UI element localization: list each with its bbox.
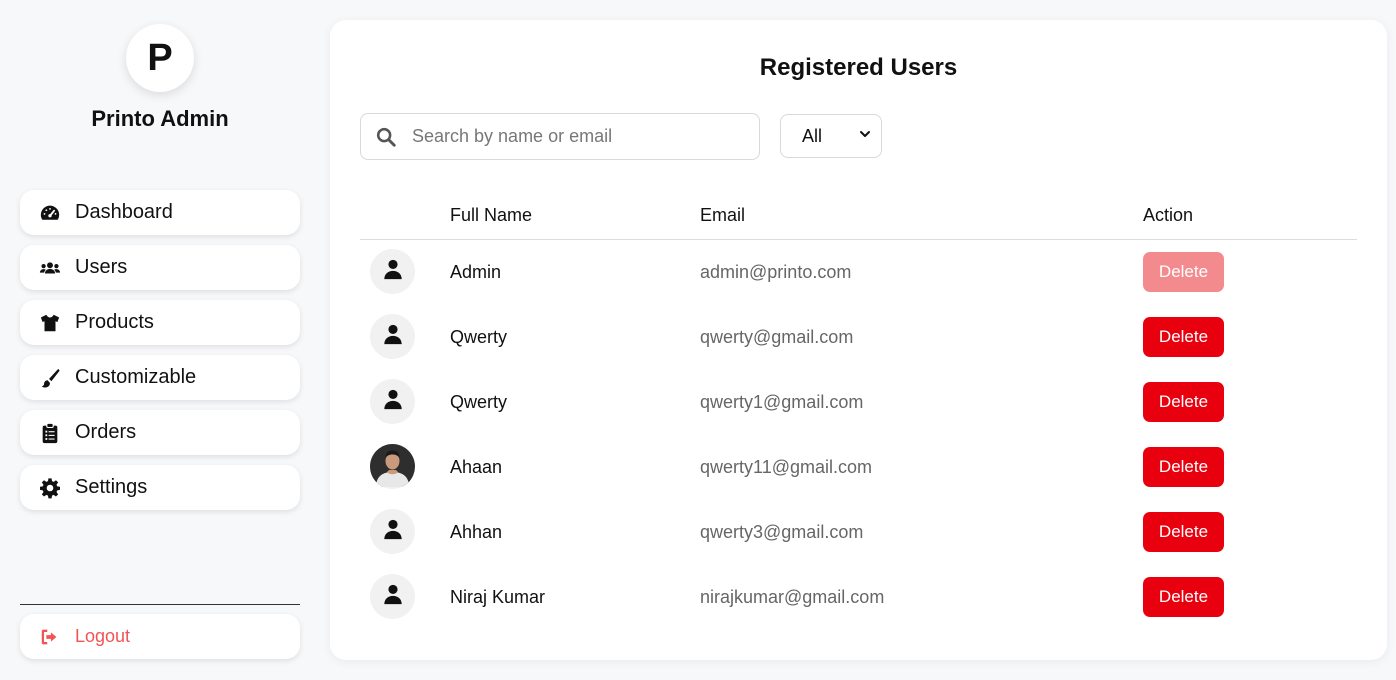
sidebar-item-label: Users — [75, 256, 128, 278]
user-avatar — [370, 249, 415, 294]
column-header-email: Email — [700, 205, 746, 225]
user-avatar — [370, 444, 415, 489]
delete-button[interactable]: Delete — [1143, 512, 1224, 552]
user-name: Qwerty — [450, 327, 508, 347]
profile-photo — [370, 444, 415, 489]
user-name: Qwerty — [450, 392, 508, 412]
user-icon — [382, 323, 404, 350]
filter-selected-value: All — [802, 125, 823, 146]
user-icon — [382, 518, 404, 545]
user-icon — [382, 388, 404, 415]
user-email: qwerty@gmail.com — [700, 327, 854, 347]
search-input[interactable] — [412, 126, 732, 147]
sidebar-item-label: Orders — [75, 421, 137, 443]
user-email: qwerty3@gmail.com — [700, 522, 864, 542]
admin-avatar: P — [126, 24, 194, 92]
dashboard-icon — [39, 202, 61, 224]
user-icon — [382, 258, 404, 285]
table-row: Ahaan qwerty11@gmail.com Delete — [360, 435, 1357, 500]
table-row: Niraj Kumar nirajkumar@gmail.com Delete — [360, 565, 1357, 630]
user-avatar — [370, 314, 415, 359]
avatar-letter: P — [147, 36, 173, 79]
table-row: Admin admin@printo.com Delete — [360, 240, 1357, 305]
sidebar-item-users[interactable]: Users — [20, 245, 300, 290]
tshirt-icon — [39, 312, 61, 334]
sidebar-item-settings[interactable]: Settings — [20, 465, 300, 510]
user-email: qwerty1@gmail.com — [700, 392, 864, 412]
sidebar-item-label: Products — [75, 311, 154, 333]
logout-icon — [39, 626, 61, 648]
delete-button[interactable]: Delete — [1143, 577, 1224, 617]
user-avatar — [370, 574, 415, 619]
user-name: Admin — [450, 262, 502, 282]
sidebar-item-orders[interactable]: Orders — [20, 410, 300, 455]
sidebar-item-label: Dashboard — [75, 201, 173, 223]
search-icon — [374, 125, 398, 149]
sidebar-item-dashboard[interactable]: Dashboard — [20, 190, 300, 235]
user-email: qwerty11@gmail.com — [700, 457, 872, 477]
sidebar-item-label: Settings — [75, 476, 148, 498]
column-header-action: Action — [1143, 205, 1194, 225]
user-name: Niraj Kumar — [450, 587, 546, 607]
clipboard-icon — [39, 422, 61, 444]
delete-button[interactable]: Delete — [1143, 317, 1224, 357]
table-header: Full Name Email Action — [360, 190, 1357, 240]
brush-icon — [39, 367, 61, 389]
sidebar-divider — [20, 604, 300, 605]
logout-label: Logout — [75, 626, 131, 646]
user-email: nirajkumar@gmail.com — [700, 587, 885, 607]
gear-icon — [39, 477, 61, 499]
table-row: Qwerty qwerty@gmail.com Delete — [360, 305, 1357, 370]
delete-button[interactable]: Delete — [1143, 382, 1224, 422]
user-name: Ahhan — [450, 522, 503, 542]
delete-button[interactable]: Delete — [1143, 447, 1224, 487]
page-title: Registered Users — [759, 54, 958, 81]
user-email: admin@printo.com — [700, 262, 852, 282]
user-name: Ahaan — [450, 457, 503, 477]
delete-button[interactable]: Delete — [1143, 252, 1224, 292]
sidebar-item-products[interactable]: Products — [20, 300, 300, 345]
users-icon — [39, 257, 61, 279]
users-card: Registered Users All Full Name Email Act… — [330, 20, 1387, 660]
logout-button[interactable]: Logout — [20, 614, 300, 659]
users-table-body: Admin admin@printo.com Delete Qwerty qwe… — [360, 240, 1357, 630]
sidebar: P Printo Admin Dashboard Users Products … — [0, 0, 320, 680]
table-row: Ahhan qwerty3@gmail.com Delete — [360, 500, 1357, 565]
brand-name: Printo Admin — [91, 106, 229, 131]
search-box[interactable] — [360, 113, 760, 160]
user-avatar — [370, 509, 415, 554]
sidebar-item-customizable[interactable]: Customizable — [20, 355, 300, 400]
role-filter-select[interactable]: All — [780, 114, 882, 158]
column-header-name: Full Name — [450, 205, 533, 225]
sidebar-item-label: Customizable — [75, 366, 197, 388]
sidebar-nav: Dashboard Users Products Customizable Or… — [20, 190, 300, 520]
chevron-down-icon — [859, 127, 871, 145]
table-row: Qwerty qwerty1@gmail.com Delete — [360, 370, 1357, 435]
user-avatar — [370, 379, 415, 424]
user-icon — [382, 583, 404, 610]
